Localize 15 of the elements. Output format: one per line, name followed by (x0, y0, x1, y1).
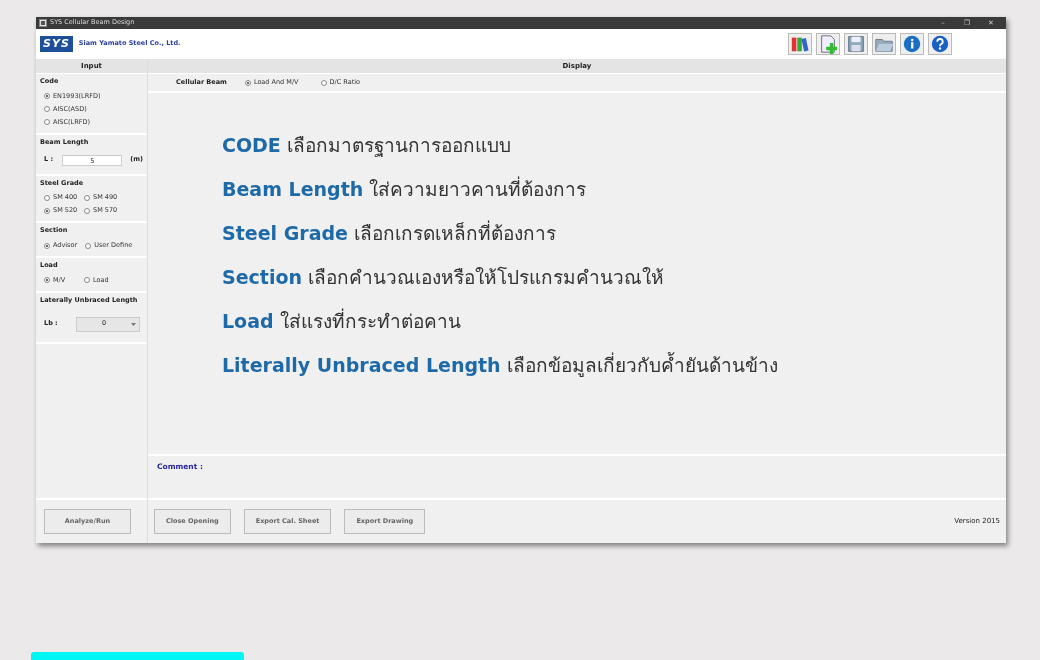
new-file-icon[interactable] (816, 33, 840, 55)
instruction-text: Beam Length ใส่ความยาวคานที่ต้องการ (222, 177, 588, 201)
app-icon (39, 19, 47, 27)
help-icon[interactable] (928, 33, 952, 55)
folder-icon[interactable] (872, 33, 896, 55)
instruction-text: Load ใส่แรงที่กระทำต่อคาน (222, 309, 462, 333)
instruction-text: Literally Unbraced Length เลือกข้อมูลเกี่ยวกับค้ำยันด้านข้าง (222, 353, 779, 377)
binders-icon[interactable] (788, 33, 812, 55)
instruction-text: Section เลือกคำนวณเองหรือให้โปรแกรมคำนวณให้ (222, 265, 666, 289)
instruction-text: Steel Grade เลือกเกรดเหล็กที่ต้องการ (222, 221, 557, 245)
info-icon[interactable] (900, 33, 924, 55)
instruction-text: CODE เลือกมาตรฐานการออกแบบ (222, 133, 512, 157)
dropdown-caret-icon (131, 322, 136, 326)
save-icon[interactable] (844, 33, 868, 55)
company-logo: SYS (40, 35, 73, 53)
